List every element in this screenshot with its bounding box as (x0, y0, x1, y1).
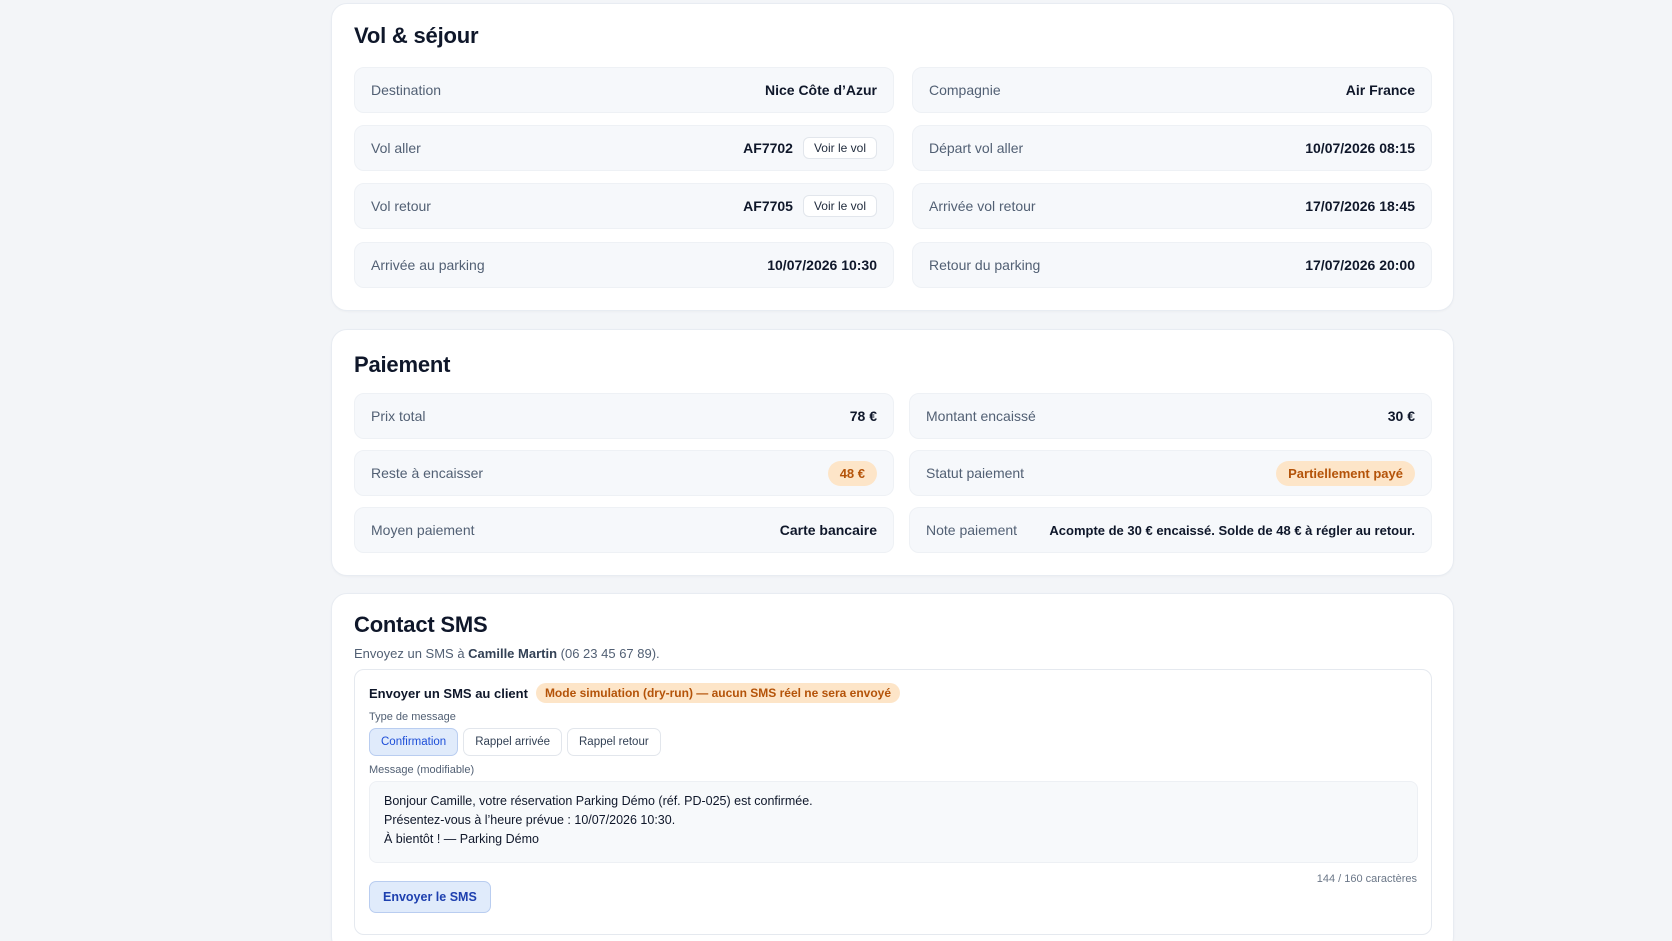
note-field: Note paiement Acompte de 30 € encaissé. … (909, 507, 1432, 553)
contact-sms-card: Contact SMS Envoyez un SMS à Camille Mar… (331, 593, 1454, 941)
voir-vol-retour-button[interactable]: Voir le vol (802, 195, 877, 217)
vol-retour-field: Vol retour AF7705 Voir le vol (354, 183, 894, 229)
prix-total-field: Prix total 78 € (354, 393, 894, 439)
retour-parking-field: Retour du parking 17/07/2026 20:00 (912, 242, 1432, 288)
sms-intro-prefix: Envoyez un SMS à (354, 646, 469, 661)
prix-total-value: 78 € (849, 408, 877, 424)
retour-parking-label: Retour du parking (929, 257, 1041, 273)
reste-label: Reste à encaisser (371, 465, 484, 481)
statut-label: Statut paiement (926, 465, 1025, 481)
arrivee-parking-label: Arrivée au parking (371, 257, 485, 273)
char-counter: 144 / 160 caractères (1316, 873, 1417, 885)
moyen-label: Moyen paiement (371, 522, 475, 538)
client-phone: (06 23 45 67 89). (557, 646, 660, 661)
message-type-label: Type de message (369, 711, 456, 723)
vol-sejour-title: Vol & séjour (354, 23, 479, 48)
paiement-card: Paiement Prix total 78 € Montant encaiss… (331, 329, 1454, 576)
depart-value: 10/07/2026 08:15 (1305, 140, 1415, 156)
vol-aller-field: Vol aller AF7702 Voir le vol (354, 125, 894, 171)
vol-sejour-card: Vol & séjour Destination Nice Côte d’Azu… (331, 3, 1454, 311)
retour-parking-value: 17/07/2026 20:00 (1305, 257, 1415, 273)
arrivee-parking-field: Arrivée au parking 10/07/2026 10:30 (354, 242, 894, 288)
moyen-value: Carte bancaire (779, 522, 877, 538)
arrivee-retour-field: Arrivée vol retour 17/07/2026 18:45 (912, 183, 1432, 229)
reste-badge: 48 € (827, 460, 877, 486)
destination-label: Destination (371, 82, 442, 98)
send-sms-button[interactable]: Envoyer le SMS (369, 881, 491, 913)
client-name: Camille Martin (468, 646, 558, 661)
depart-label: Départ vol aller (929, 140, 1024, 156)
note-label: Note paiement (926, 522, 1018, 538)
sms-composer-header: Envoyer un SMS au client Mode simulation… (369, 683, 901, 703)
montant-field: Montant encaissé 30 € (909, 393, 1432, 439)
reste-field: Reste à encaisser 48 € (354, 450, 894, 496)
compagnie-field: Compagnie Air France (912, 67, 1432, 113)
sms-intro: Envoyez un SMS à Camille Martin (06 23 4… (354, 646, 660, 661)
page: Vol & séjour Destination Nice Côte d’Azu… (0, 0, 1672, 941)
compagnie-label: Compagnie (929, 82, 1001, 98)
arrivee-retour-value: 17/07/2026 18:45 (1305, 198, 1415, 214)
vol-retour-label: Vol retour (371, 198, 431, 214)
sms-composer: Envoyer un SMS au client Mode simulation… (354, 669, 1432, 935)
destination-value: Nice Côte d’Azur (764, 82, 877, 98)
montant-label: Montant encaissé (926, 408, 1036, 424)
statut-field: Statut paiement Partiellement payé (909, 450, 1432, 496)
destination-field: Destination Nice Côte d’Azur (354, 67, 894, 113)
arrivee-parking-value: 10/07/2026 10:30 (767, 257, 877, 273)
message-type-group: Confirmation Rappel arrivée Rappel retou… (369, 728, 661, 756)
message-textarea[interactable]: Bonjour Camille, votre réservation Parki… (369, 781, 1418, 863)
message-label: Message (modifiable) (369, 764, 475, 776)
type-rappel-retour-button[interactable]: Rappel retour (567, 728, 661, 756)
type-rappel-arrivee-button[interactable]: Rappel arrivée (463, 728, 562, 756)
vol-aller-label: Vol aller (371, 140, 421, 156)
contact-sms-title: Contact SMS (354, 612, 488, 637)
depart-field: Départ vol aller 10/07/2026 08:15 (912, 125, 1432, 171)
type-confirmation-button[interactable]: Confirmation (369, 728, 459, 756)
moyen-field: Moyen paiement Carte bancaire (354, 507, 894, 553)
voir-vol-aller-button[interactable]: Voir le vol (802, 137, 877, 159)
vol-aller-value: AF7702 (743, 140, 793, 156)
statut-badge: Partiellement payé (1276, 460, 1415, 486)
compagnie-value: Air France (1345, 82, 1415, 98)
montant-value: 30 € (1387, 408, 1415, 424)
paiement-title: Paiement (354, 352, 451, 377)
prix-total-label: Prix total (371, 408, 426, 424)
note-value: Acompte de 30 € encaissé. Solde de 48 € … (1049, 522, 1415, 538)
vol-retour-value: AF7705 (743, 198, 793, 214)
sms-composer-title: Envoyer un SMS au client (369, 685, 528, 701)
arrivee-retour-label: Arrivée vol retour (929, 198, 1036, 214)
dry-run-badge: Mode simulation (dry-run) — aucun SMS ré… (535, 683, 901, 703)
